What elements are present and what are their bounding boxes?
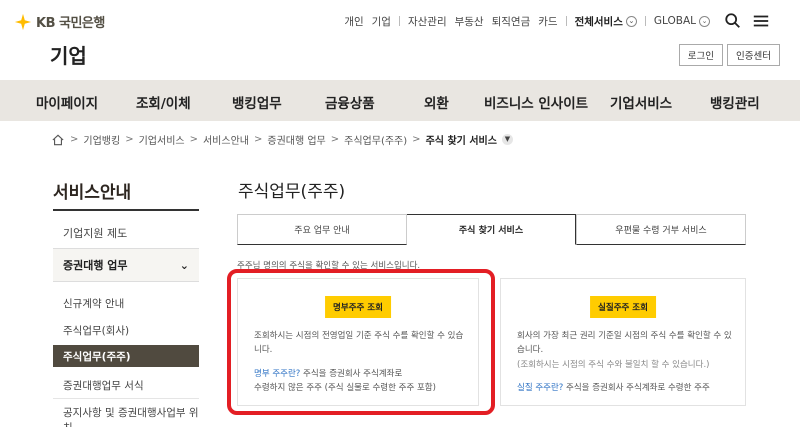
topnav-divider [398,16,400,26]
nav-banking-management[interactable]: 뱅킹관리 [710,92,760,112]
top-navigation: 개인 기업 자산관리 부동산 퇴직연금 카드 전체서비스 ⌄ GLOBAL ⌄ [340,12,770,30]
topnav-divider [565,16,567,26]
sidebar-item-notice-location[interactable]: 공지사항 및 증권대행사업부 위치 [53,405,199,427]
card-note: (조회하시는 시점의 주식 수와 불일치 할 수 있습니다.) [517,360,710,370]
sidebar-title: 서비스안내 [53,183,132,203]
main-navigation: 마이페이지 조회/이체 뱅킹업무 금융상품 외환 비즈니스 인사이트 기업서비스… [0,80,800,121]
breadcrumb-separator: > [125,134,134,145]
search-icon[interactable] [724,12,742,30]
beneficial-shareholder-button[interactable]: 실질주주 조회 [590,296,656,318]
all-services-label: 전체서비스 [574,15,623,28]
tab-bar: 주요 업무 안내 주식 찾기 서비스 우편물 수령 거부 서비스 [237,214,746,245]
sidebar-item-forms[interactable]: 증권대행업무 서식 [53,378,199,393]
all-services-button[interactable]: 전체서비스 ⌄ [575,14,637,29]
cert-center-button[interactable]: 인증센터 [727,44,780,66]
breadcrumb-item[interactable]: 주식업무(주주) [344,132,407,147]
card-link-line: 실질 주주란? 주식을 증권회사 주식계좌로 수령한 주주 [517,381,733,395]
nav-banking[interactable]: 뱅킹업무 [232,92,282,112]
card-text: 회사의 가장 최근 권리 기준일 시점의 주식 수를 확인할 수 있습니다. [517,331,732,355]
beneficial-shareholder-help-link[interactable]: 실질 주주란? [517,383,563,393]
breadcrumb-current: 주식 찾기 서비스 [425,136,497,147]
chevron-down-icon: ⌄ [179,258,189,272]
global-button[interactable]: GLOBAL ⌄ [654,15,710,27]
sidebar-title-divider [53,209,199,211]
sidebar-divider [53,398,199,399]
breadcrumb-item[interactable]: 증권대행 업무 [267,132,325,147]
home-icon[interactable] [52,134,64,146]
chevron-down-icon[interactable]: ▼ [501,134,513,145]
nav-products[interactable]: 금융상품 [325,92,375,112]
kb-star-icon [14,13,32,31]
breadcrumb-separator: > [330,134,340,145]
breadcrumb: > 기업뱅킹 > 기업서비스 > 서비스안내 > 증권대행 업무 > 주식업무(… [52,132,513,147]
sidebar-item-stock-shareholder[interactable]: 주식업무(주주) [53,345,199,367]
breadcrumb-separator: > [70,134,79,145]
topnav-pension[interactable]: 퇴직연금 [492,14,531,29]
sidebar-item-support[interactable]: 기업지원 제도 [53,225,199,241]
breadcrumb-item[interactable]: 서비스안내 [203,132,249,147]
topnav-divider [644,16,646,26]
breadcrumb-separator: > [412,134,421,145]
chevron-down-icon: ⌄ [699,15,710,27]
page-heading: 기업 [50,44,87,68]
tab-main-services[interactable]: 주요 업무 안내 [237,214,407,245]
sidebar-item-new-contract[interactable]: 신규계약 안내 [53,296,199,311]
tab-mail-refusal[interactable]: 우편물 수령 거부 서비스 [576,214,746,245]
kb-logo[interactable]: KB 국민은행 [14,12,105,31]
nav-business-insight[interactable]: 비즈니스 인사이트 [484,92,588,112]
content-title: 주식업무(주주) [238,182,346,202]
breadcrumb-item[interactable]: 기업서비스 [139,132,185,147]
nav-corporate-services[interactable]: 기업서비스 [610,92,672,112]
topnav-realestate[interactable]: 부동산 [455,14,484,29]
login-button[interactable]: 로그인 [678,44,724,66]
sidebar-item-stock-company[interactable]: 주식업무(회사) [53,323,199,338]
menu-icon[interactable] [752,12,770,30]
tab-stock-search[interactable]: 주식 찾기 서비스 [407,214,576,245]
breadcrumb-item[interactable]: 기업뱅킹 [83,132,120,147]
nav-forex[interactable]: 외환 [424,92,449,112]
breadcrumb-separator: > [253,134,263,145]
global-label: GLOBAL [653,15,696,27]
highlight-box [227,269,495,415]
topnav-card[interactable]: 카드 [538,14,557,29]
nav-inquiry-transfer[interactable]: 조회/이체 [136,92,191,112]
nav-mypage[interactable]: 마이페이지 [36,92,98,112]
chevron-down-icon: ⌄ [625,16,637,27]
beneficial-shareholder-card: 실질주주 조회 회사의 가장 최근 권리 기준일 시점의 주식 수를 확인할 수… [500,278,746,406]
breadcrumb-separator: > [189,134,198,145]
card-link-text: 주식을 증권회사 주식계좌로 수령한 주주 [566,383,710,393]
topnav-business[interactable]: 기업 [372,14,391,29]
topnav-personal[interactable]: 개인 [344,14,363,29]
sidebar-group-securities[interactable]: 증권대행 업무 ⌄ [53,248,199,282]
topnav-asset[interactable]: 자산관리 [408,14,447,29]
header: KB 국민은행 기업 개인 기업 자산관리 부동산 퇴직연금 카드 전체서비스 ⌄… [0,0,800,80]
logo-text: KB 국민은행 [36,16,105,31]
sidebar-group-label: 증권대행 업무 [63,259,128,272]
auth-buttons: 로그인 인증센터 [678,44,780,66]
